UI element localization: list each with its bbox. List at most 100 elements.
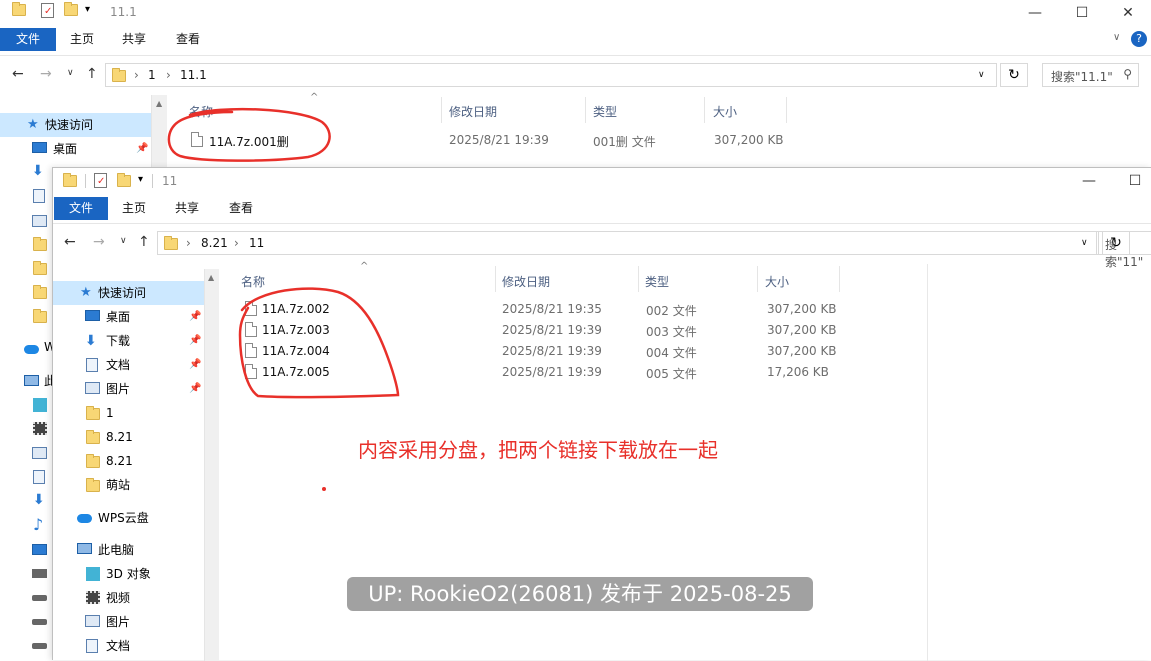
star-icon: ★ <box>80 285 92 300</box>
back-arrow-icon[interactable]: ← <box>64 234 76 250</box>
tab-file[interactable]: 文件 <box>54 197 108 220</box>
column-divider[interactable] <box>495 266 496 292</box>
properties-icon[interactable]: ✓ <box>41 3 54 18</box>
sidebar-item-pc-pictures[interactable]: 图片 <box>53 610 204 634</box>
this-pc-icon <box>24 375 39 386</box>
sidebar-item-quick-access[interactable]: ★ 快速访问 <box>0 113 151 137</box>
sidebar-item-pictures[interactable]: 图片 📌 <box>53 377 204 401</box>
picture-icon <box>85 382 100 394</box>
sidebar-item-folder-1[interactable]: 1 <box>53 401 204 425</box>
sidebar-item-wps-cloud[interactable]: WPS云盘 <box>53 506 204 530</box>
divider <box>85 174 86 188</box>
sidebar-item-folder-8-21[interactable]: 8.21 <box>53 449 204 473</box>
search-input[interactable]: 搜索"11" <box>1096 231 1151 269</box>
video-icon <box>33 422 47 435</box>
back-arrow-icon[interactable]: ← <box>12 66 24 82</box>
column-divider[interactable] <box>704 97 705 123</box>
maximize-button[interactable]: ☐ <box>1059 0 1105 26</box>
sidebar-item-pc-documents[interactable]: 文档 <box>53 634 204 658</box>
breadcrumb-2[interactable]: 11 <box>249 236 264 250</box>
column-size[interactable]: 大小 <box>765 273 789 290</box>
sidebar-scrollbar[interactable]: ▲ <box>204 269 219 661</box>
column-size[interactable]: 大小 <box>713 103 737 120</box>
column-divider[interactable] <box>786 97 787 123</box>
sidebar-item-downloads[interactable]: ⬇ 下载 📌 <box>53 329 204 353</box>
properties-icon[interactable]: ✓ <box>94 173 107 188</box>
drive-icon <box>32 595 47 601</box>
download-icon: ⬇ <box>85 333 97 349</box>
tab-file[interactable]: 文件 <box>0 28 56 51</box>
sidebar-item-documents[interactable]: 文档 📌 <box>53 353 204 377</box>
tab-share[interactable]: 共享 <box>163 197 211 220</box>
tab-view[interactable]: 查看 <box>217 197 265 220</box>
folder-icon <box>63 173 77 187</box>
history-chevron-icon[interactable]: ∨ <box>1081 238 1088 248</box>
maximize-button[interactable]: ☐ <box>1112 168 1151 194</box>
new-folder-icon[interactable] <box>64 2 78 16</box>
tab-home[interactable]: 主页 <box>110 197 158 220</box>
desktop-icon <box>32 142 47 153</box>
folder-icon <box>86 430 100 444</box>
address-bar[interactable]: › 1 › 11.1 ∨ <box>105 63 997 87</box>
column-type[interactable]: 类型 <box>593 103 617 120</box>
sidebar-item-this-pc[interactable]: 此电脑 <box>53 538 204 562</box>
column-divider[interactable] <box>585 97 586 123</box>
minimize-button[interactable]: — <box>1012 0 1058 26</box>
sidebar-item-desktop[interactable]: 桌面 📌 <box>0 137 151 161</box>
sort-ascending-icon: ^ <box>360 261 369 272</box>
chevron-down-icon[interactable]: ▾ <box>85 4 90 15</box>
folder-icon <box>164 236 178 250</box>
chevron-down-icon[interactable]: ▾ <box>138 174 143 185</box>
column-divider[interactable] <box>638 266 639 292</box>
column-divider[interactable] <box>839 266 840 292</box>
window-title: 11 <box>162 174 178 188</box>
file-date: 2025/8/21 19:35 <box>502 302 602 316</box>
pin-icon[interactable]: 📌 <box>189 305 201 329</box>
pin-icon[interactable]: 📌 <box>189 353 201 377</box>
breadcrumb-1[interactable]: 8.21 <box>201 236 228 250</box>
document-icon <box>33 189 45 203</box>
recent-chevron-icon[interactable]: ∨ <box>120 236 127 246</box>
front-title-bar: ✓ ▾ 11 — ☐ <box>53 168 1151 194</box>
sidebar-item-videos[interactable]: 视频 <box>53 586 204 610</box>
address-bar[interactable]: › 8.21 › 11 ∨ <box>157 231 1099 255</box>
breadcrumb-separator: › <box>134 68 139 82</box>
tab-share[interactable]: 共享 <box>110 28 158 51</box>
close-button[interactable]: ✕ <box>1105 0 1151 26</box>
tab-view[interactable]: 查看 <box>164 28 212 51</box>
column-divider[interactable] <box>441 97 442 123</box>
forward-arrow-icon[interactable]: → <box>40 66 52 82</box>
history-chevron-icon[interactable]: ∨ <box>978 70 985 80</box>
sidebar-item-desktop[interactable]: 桌面 📌 <box>53 305 204 329</box>
file-size: 307,200 KB <box>767 323 837 337</box>
column-type[interactable]: 类型 <box>645 273 669 290</box>
sidebar-item-3d-objects[interactable]: 3D 对象 <box>53 562 204 586</box>
breadcrumb-1[interactable]: 1 <box>148 68 156 82</box>
pin-icon[interactable]: 📌 <box>189 377 201 401</box>
help-icon[interactable]: ? <box>1131 31 1147 47</box>
tab-home[interactable]: 主页 <box>58 28 106 51</box>
breadcrumb-2[interactable]: 11.1 <box>180 68 207 82</box>
forward-arrow-icon[interactable]: → <box>93 234 105 250</box>
sidebar-item-folder-mengzhan[interactable]: 萌站 <box>53 473 204 497</box>
up-arrow-icon[interactable]: ↑ <box>86 66 98 82</box>
column-divider[interactable] <box>757 266 758 292</box>
sidebar-item-quick-access[interactable]: ★ 快速访问 <box>53 281 204 305</box>
column-date[interactable]: 修改日期 <box>502 273 550 290</box>
search-input[interactable]: 搜索"11.1" ⚲ <box>1042 63 1139 87</box>
refresh-icon[interactable]: ↻ <box>1000 63 1028 87</box>
file-type: 001删 文件 <box>593 135 656 149</box>
search-placeholder: 搜索"11" <box>1105 238 1144 269</box>
recent-chevron-icon[interactable]: ∨ <box>67 68 74 78</box>
column-date[interactable]: 修改日期 <box>449 103 497 120</box>
pin-icon[interactable]: 📌 <box>136 137 148 161</box>
chevron-down-icon[interactable]: ∨ <box>1113 32 1120 43</box>
up-arrow-icon[interactable]: ↑ <box>138 234 150 250</box>
file-type: 002 文件 <box>646 304 697 318</box>
back-title-bar: ✓ ▾ 11.1 — ☐ ✕ <box>0 0 1151 26</box>
pin-icon[interactable]: 📌 <box>189 329 201 353</box>
sidebar-item-folder-8-21[interactable]: 8.21 <box>53 425 204 449</box>
desktop-icon <box>32 544 47 555</box>
minimize-button[interactable]: — <box>1066 168 1112 194</box>
new-folder-icon[interactable] <box>117 173 131 187</box>
